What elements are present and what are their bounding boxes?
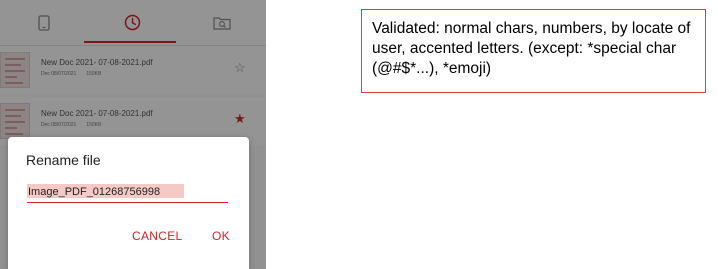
cancel-button[interactable]: CANCEL (132, 229, 182, 243)
rename-dialog: Rename file Image_PDF_01268756998 CANCEL… (8, 137, 249, 269)
rename-input[interactable] (27, 185, 228, 203)
annotation-note: Validated: normal chars, numbers, by loc… (361, 9, 706, 93)
phone-screen: New Doc 2021- 07-08-2021.pdf Dec 08/07/2… (0, 0, 266, 269)
page: New Doc 2021- 07-08-2021.pdf Dec 08/07/2… (0, 0, 718, 269)
ok-button[interactable]: OK (212, 229, 230, 243)
dialog-title: Rename file (26, 152, 101, 168)
